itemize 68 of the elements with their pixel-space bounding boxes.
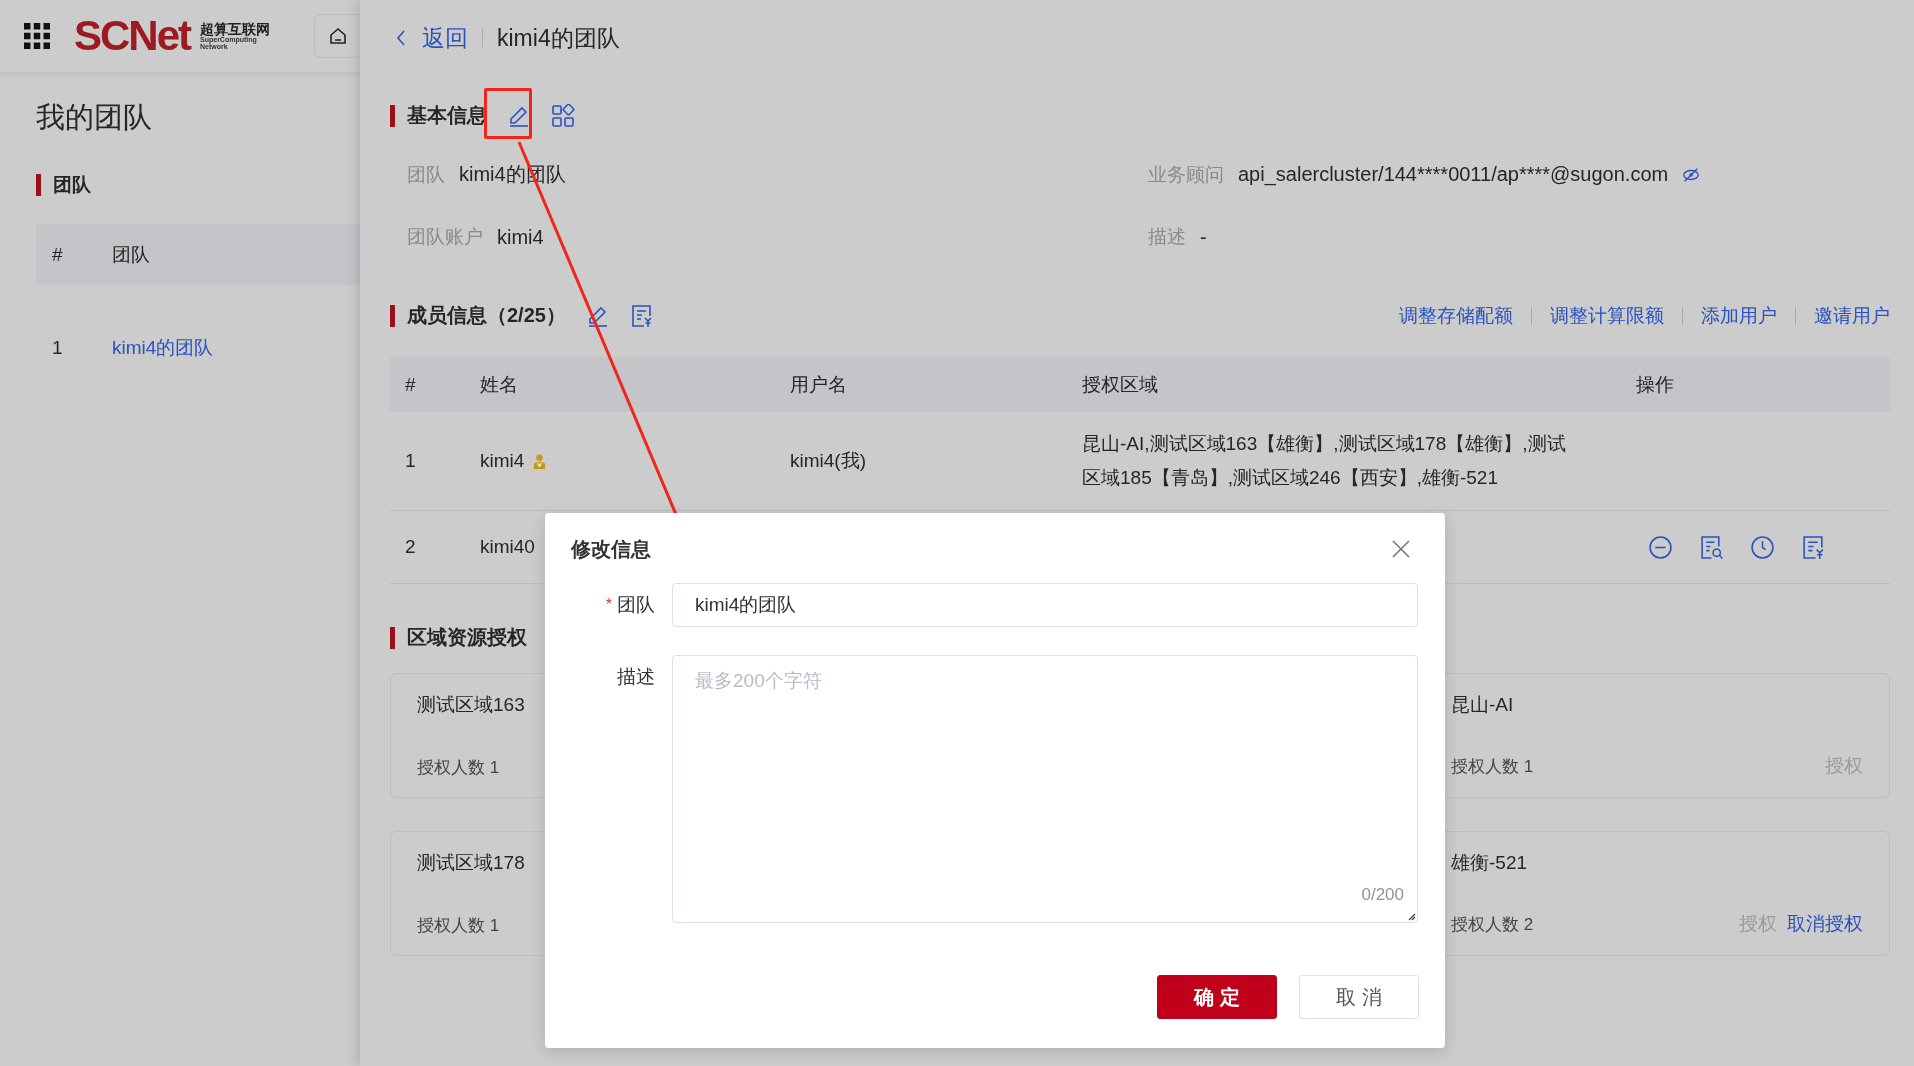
chevron-left-icon: [396, 30, 406, 46]
section-title: 团队: [53, 173, 91, 197]
column-header: 用户名: [790, 372, 848, 397]
home-icon: [328, 26, 349, 46]
apps-grid-icon[interactable]: [24, 23, 50, 49]
section-marker: [390, 104, 395, 127]
field-value: -: [1200, 225, 1207, 249]
column-header: #: [51, 243, 64, 266]
drawer-title: kimi4的团队: [497, 23, 620, 53]
action-link[interactable]: 邀请用户: [1814, 302, 1890, 329]
cancel-button[interactable]: 取 消: [1299, 975, 1419, 1019]
table-cell: kimi4(我): [790, 450, 866, 471]
team-name-input[interactable]: kimi4的团队: [672, 583, 1418, 627]
section-marker: [390, 304, 395, 327]
clock-icon[interactable]: [1750, 534, 1775, 560]
region-name: 雄衡-521: [1451, 851, 1529, 875]
member-count: 授权人数 1: [1451, 755, 1534, 778]
character-counter: 0/200: [1361, 885, 1404, 905]
member-count: 授权人数 1: [417, 915, 500, 937]
grid-icon[interactable]: [551, 103, 575, 128]
table-cell: kimi4: [480, 450, 525, 472]
field-label: 描述: [1148, 225, 1186, 249]
region-name: 昆山-AI: [1451, 693, 1515, 717]
logo-text: SCNet: [74, 12, 191, 60]
column-header: #: [405, 373, 417, 396]
close-icon[interactable]: [1391, 539, 1411, 559]
table-cell-text: 昆山-AI,测试区域163【雄衡】,测试区域178【雄衡】,测试区域185【青岛】,测试区域246【西安】,雄衡-521: [1082, 432, 1567, 490]
team-link[interactable]: kimi4的团队: [112, 335, 214, 361]
required-mark: *: [605, 596, 612, 614]
section-title: 成员信息（2/25）: [407, 303, 566, 328]
logo-subtitle: 超算互联网: [200, 22, 271, 36]
section-marker: [36, 174, 41, 196]
field-value: api_salercluster/144****0011/ap****@sugon.com: [1238, 163, 1669, 186]
member-count: 授权人数 2: [1451, 913, 1534, 936]
action-link[interactable]: 调整存储配额: [1399, 302, 1513, 329]
field-label: 团队: [617, 593, 655, 617]
minus-circle-icon[interactable]: [1648, 534, 1673, 560]
highlight-box: [484, 88, 532, 139]
column-header: 姓名: [480, 372, 519, 397]
region-name: 测试区域163: [417, 693, 526, 717]
dialog-title: 修改信息: [571, 536, 651, 562]
document-yen-icon[interactable]: [1801, 534, 1826, 560]
table-cell-text: 1: [51, 337, 64, 359]
table-cell-text: 1: [405, 450, 417, 472]
field-label: 团队: [407, 162, 445, 187]
field-label: 业务顾问: [1148, 162, 1224, 187]
confirm-button[interactable]: 确 定: [1157, 975, 1277, 1019]
section-marker: [390, 626, 395, 649]
member-count: 授权人数 1: [417, 757, 500, 779]
action-link[interactable]: 添加用户: [1701, 302, 1777, 329]
field-label: 描述: [617, 665, 655, 689]
region-name: 测试区域178: [417, 851, 526, 875]
back-link[interactable]: 返回: [396, 22, 468, 54]
action-link[interactable]: 取消授权: [1787, 911, 1863, 937]
field-value: kimi4: [497, 225, 544, 249]
column-header: 授权区域: [1082, 372, 1159, 397]
document-yen-icon[interactable]: [629, 303, 654, 328]
table-cell-text: 2: [405, 536, 417, 558]
table-cell: kimi40: [480, 536, 535, 558]
section-title: 基本信息: [407, 103, 487, 128]
section-title: 区域资源授权: [407, 625, 527, 650]
resize-handle-icon[interactable]: [1406, 911, 1416, 921]
document-search-icon[interactable]: [1699, 534, 1724, 560]
column-header: 操作: [1636, 372, 1675, 397]
field-label: 团队账户: [407, 225, 483, 249]
action-link[interactable]: 调整计算限额: [1550, 302, 1664, 329]
page-title: 我的团队: [36, 100, 152, 135]
column-header: 团队: [112, 242, 150, 267]
